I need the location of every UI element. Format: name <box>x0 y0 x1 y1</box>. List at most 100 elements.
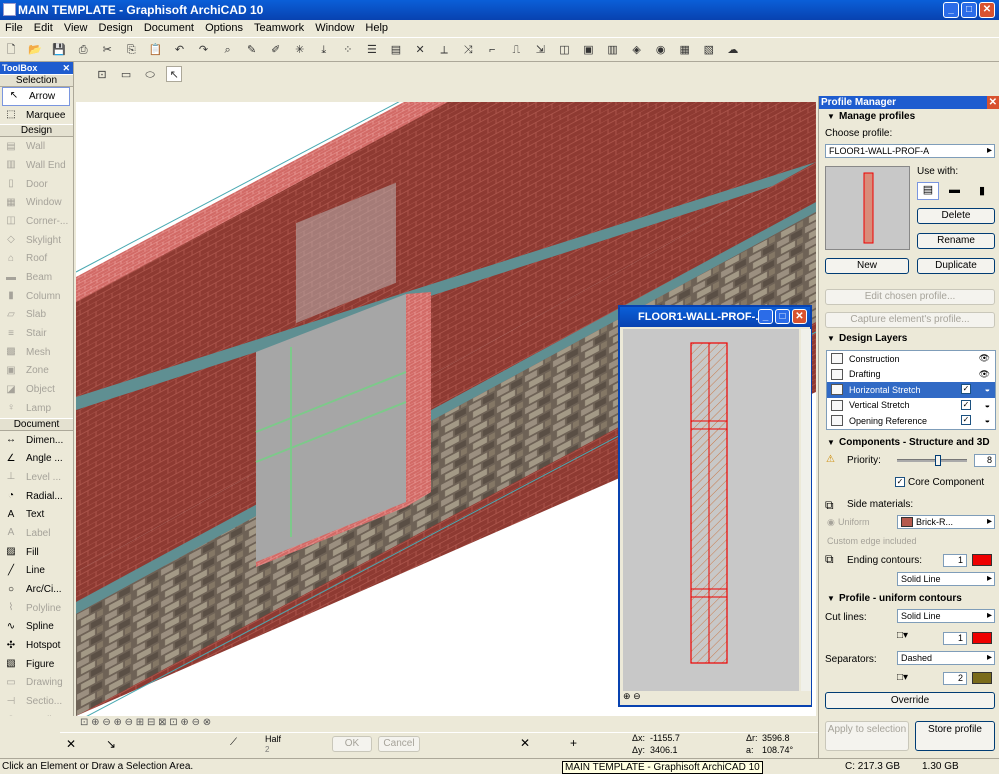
menu-window[interactable]: Window <box>310 20 357 34</box>
tool-beam[interactable]: ▬ Beam <box>0 268 73 287</box>
angle-value[interactable]: 108.74° <box>762 745 793 755</box>
gravity-icon[interactable]: ⤓ <box>316 42 332 58</box>
minimize-button[interactable]: _ <box>943 2 959 18</box>
tool-hotspot[interactable]: ✣ Hotspot <box>0 636 73 655</box>
find-icon[interactable]: ⌕ <box>220 42 236 58</box>
fillet-icon[interactable]: ⌐ <box>484 42 500 58</box>
uniform-radio[interactable]: ◉ <box>827 517 835 528</box>
elevation-icon[interactable]: ▥ <box>605 42 621 58</box>
profile-select[interactable]: FLOOR1-WALL-PROF-A <box>825 144 995 158</box>
new-file-icon[interactable]: 🗋 <box>3 42 19 58</box>
profile-contours-header[interactable]: Profile - uniform contours <box>819 592 999 606</box>
profile-icon[interactable]: ◫ <box>556 42 572 58</box>
offset-icon[interactable]: ⎍ <box>508 42 524 58</box>
apply-to-selection-button[interactable]: Apply to selection <box>825 721 909 751</box>
dy-value[interactable]: 3406.1 <box>650 745 678 755</box>
menu-view[interactable]: View <box>59 20 91 34</box>
dr-value[interactable]: 3596.8 <box>762 733 790 743</box>
cross-icon[interactable]: ✕ <box>412 42 428 58</box>
redo-icon[interactable]: ↷ <box>196 42 212 58</box>
section-view-icon[interactable]: ▣ <box>581 42 597 58</box>
guide-line-icon[interactable]: ⟋ <box>230 737 237 748</box>
syringe-icon[interactable]: ✐ <box>268 42 284 58</box>
layer-eye-icon[interactable]: ◒ <box>985 384 990 394</box>
capture-profile-button[interactable]: Capture element's profile... <box>825 312 995 328</box>
menu-options[interactable]: Options <box>200 20 246 34</box>
design-layers-header[interactable]: Design Layers <box>819 332 999 346</box>
menu-file[interactable]: File <box>0 20 26 34</box>
components-header[interactable]: Components - Structure and 3D <box>819 436 999 450</box>
ending-pen-value[interactable]: 1 <box>943 554 967 567</box>
tool-sectio[interactable]: ⊣ Sectio... <box>0 692 73 711</box>
ok-button[interactable]: OK <box>332 736 372 752</box>
tool-dimen[interactable]: ↔ Dimen... <box>0 431 73 450</box>
profile-window-minimize-button[interactable]: _ <box>758 309 773 324</box>
layer-row[interactable]: Opening Reference ✓ ◒ <box>827 413 995 429</box>
layer-row[interactable]: Vertical Stretch ✓ ◒ <box>827 398 995 414</box>
menu-teamwork[interactable]: Teamwork <box>249 20 307 34</box>
tool-stair[interactable]: ≡ Stair <box>0 324 73 343</box>
priority-slider[interactable] <box>897 455 967 466</box>
quick-select-icon[interactable]: ↖ <box>166 66 183 82</box>
use-with-column-icon[interactable]: ▮ <box>979 184 985 197</box>
profile-window-maximize-button[interactable]: □ <box>775 309 790 324</box>
separator-pen-color[interactable] <box>972 672 992 684</box>
tool-arrow[interactable]: ↖ Arrow <box>2 87 70 106</box>
tool-angle[interactable]: ∠ Angle ... <box>0 449 73 468</box>
store-profile-button[interactable]: Store profile <box>915 721 995 751</box>
menu-help[interactable]: Help <box>360 20 391 34</box>
layer-row[interactable]: Construction 👁 <box>827 351 995 367</box>
toolbox-close-icon[interactable]: ✕ <box>62 62 73 74</box>
tool-arc-ci[interactable]: ○ Arc/Ci... <box>0 580 73 599</box>
material-select[interactable]: Brick-R... <box>897 515 995 529</box>
tool-wall-end[interactable]: ▥ Wall End <box>0 156 73 175</box>
layout-icon[interactable]: ▧ <box>701 42 717 58</box>
new-button[interactable]: New <box>825 258 909 274</box>
profile-window-close-button[interactable]: ✕ <box>792 309 807 324</box>
menu-document[interactable]: Document <box>139 20 197 34</box>
zoom-in-icon[interactable]: ⊕ <box>623 691 631 701</box>
tool-mesh[interactable]: ▩ Mesh <box>0 343 73 362</box>
undo-icon[interactable]: ↶ <box>171 42 187 58</box>
layer-row[interactable]: Drafting 👁 <box>827 367 995 383</box>
cut-pen-value[interactable]: 1 <box>943 632 967 645</box>
tool-zone[interactable]: ▣ Zone <box>0 362 73 381</box>
tool-window[interactable]: ▦ Window <box>0 193 73 212</box>
tool-skylight[interactable]: ◇ Skylight <box>0 231 73 250</box>
render-icon[interactable]: ☁ <box>725 42 741 58</box>
3d-window-icon[interactable]: ◈ <box>629 42 645 58</box>
use-with-wall-icon[interactable]: ▤ <box>917 182 939 200</box>
tool-drawing[interactable]: ▭ Drawing <box>0 674 73 693</box>
trim-icon[interactable]: ⟂ <box>436 42 452 58</box>
navigation-icons[interactable]: ⊡ ⊕ ⊖ ⊕ ⊖ ⊞ ⊟ ⊠ ⊡ ⊕ ⊖ ⊗ <box>80 717 211 728</box>
tool-corner[interactable]: ◫ Corner-... <box>0 212 73 231</box>
layer-eye-icon[interactable]: ◒ <box>985 415 990 425</box>
layer-visible-checkbox[interactable]: ✓ <box>961 384 971 394</box>
manage-profiles-header[interactable]: Manage profiles <box>819 110 999 124</box>
camera-icon[interactable]: ◉ <box>653 42 669 58</box>
tool-radial[interactable]: ◔ Radial... <box>0 487 73 506</box>
cut-icon[interactable]: ✂ <box>99 42 115 58</box>
relative-construction-icon[interactable]: ↘ <box>106 737 116 751</box>
layer-eye-icon[interactable]: 👁 <box>979 369 990 380</box>
tool-slab[interactable]: ▱ Slab <box>0 306 73 325</box>
tool-level[interactable]: ⊥ Level ... <box>0 468 73 487</box>
tool-roof[interactable]: ⌂ Roof <box>0 250 73 269</box>
priority-slider-thumb[interactable] <box>935 455 942 466</box>
selection-method-icon[interactable]: ⊡ <box>94 67 110 83</box>
maximize-button[interactable]: □ <box>961 2 977 18</box>
dx-value[interactable]: -1155.7 <box>650 733 680 743</box>
duplicate-button[interactable]: Duplicate <box>917 258 995 274</box>
tool-spline[interactable]: ∿ Spline <box>0 618 73 637</box>
ending-line-select[interactable]: Solid Line <box>897 572 995 586</box>
rotated-marquee-icon[interactable]: ⬭ <box>142 67 158 83</box>
tool-polyline[interactable]: ⌇ Polyline <box>0 599 73 618</box>
tool-lamp[interactable]: ♀ Lamp <box>0 399 73 418</box>
marquee-method-icon[interactable]: ▭ <box>118 67 134 83</box>
snap-icon[interactable]: ✳ <box>292 42 308 58</box>
save-icon[interactable]: 💾 <box>51 42 67 58</box>
layer-visible-checkbox[interactable]: ✓ <box>961 399 971 410</box>
cut-pen-color[interactable] <box>972 632 992 644</box>
menu-edit[interactable]: Edit <box>29 20 56 34</box>
profile-manager-close-icon[interactable]: ✕ <box>986 96 999 109</box>
